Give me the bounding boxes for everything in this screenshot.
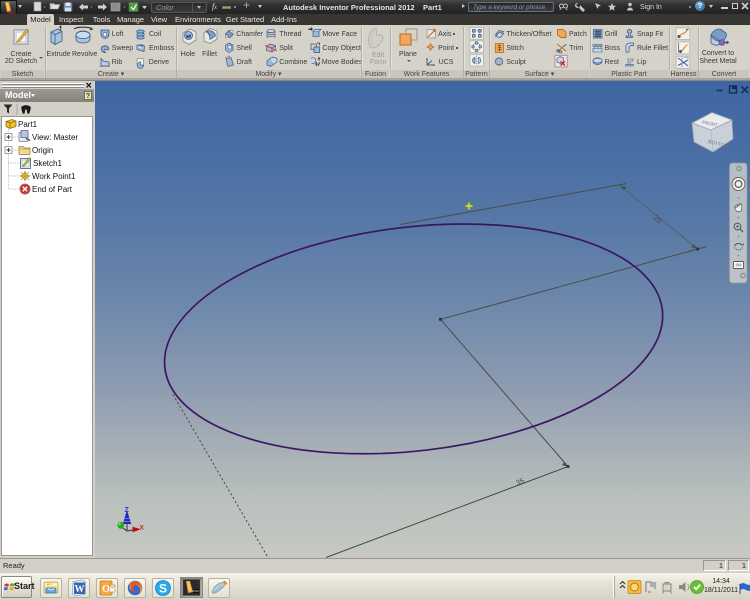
svg-text:Z: Z [125,507,130,514]
svg-text:S: S [159,582,167,596]
svg-text:PRO: PRO [193,589,200,593]
svg-text:X: X [140,525,145,532]
svg-text:O: O [102,584,110,595]
svg-text:20: 20 [652,213,664,225]
svg-text:35: 35 [515,476,526,487]
svg-text:W: W [75,584,85,595]
